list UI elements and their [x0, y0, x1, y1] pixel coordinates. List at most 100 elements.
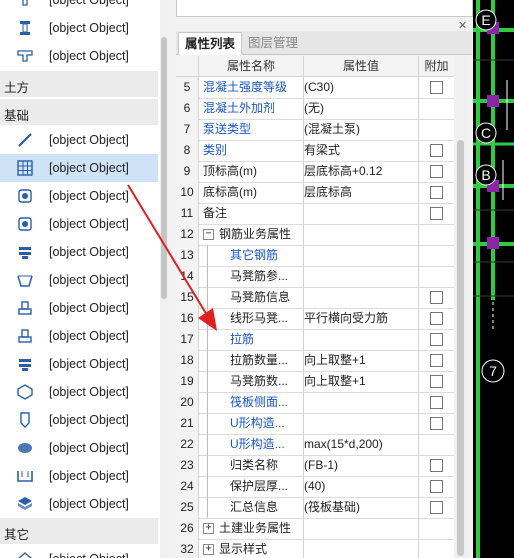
property-row[interactable]: 15 马凳筋信息	[176, 287, 454, 309]
property-value-cell[interactable]: (40)	[304, 476, 419, 497]
tree-item[interactable]: [object Object]	[0, 0, 158, 14]
property-row[interactable]: 19 马凳筋数... 向上取整+1	[176, 371, 454, 393]
property-value-cell[interactable]: 层底标高	[304, 182, 419, 203]
tree-item[interactable]: [object Object]	[0, 154, 158, 182]
extra-checkbox[interactable]	[430, 312, 443, 325]
extra-checkbox[interactable]	[430, 459, 443, 472]
tree-item[interactable]: [object Object]	[0, 462, 158, 490]
tab-property-list[interactable]: 属性列表	[178, 32, 243, 55]
property-row[interactable]: 21 U形构造...	[176, 413, 454, 435]
expand-icon[interactable]: +	[203, 544, 214, 555]
extra-checkbox[interactable]	[430, 375, 443, 388]
drawing-canvas[interactable]: E C B 7	[473, 0, 514, 558]
property-row[interactable]: 16 线形马凳... 平行横向受力筋	[176, 308, 454, 330]
row-number: 22	[176, 434, 199, 455]
property-row[interactable]: 14 马凳筋参...	[176, 266, 454, 288]
property-row[interactable]: 5 混凝土强度等级 (C30)	[176, 77, 454, 99]
tree-item[interactable]: [object Object]	[0, 126, 158, 154]
property-row[interactable]: 24 保护层厚... (40)	[176, 476, 454, 498]
property-row[interactable]: 11 备注	[176, 203, 454, 225]
property-value-cell[interactable]: max(15*d,200)	[304, 434, 419, 455]
extra-checkbox[interactable]	[430, 186, 443, 199]
property-value-cell[interactable]: (C30)	[304, 77, 419, 98]
property-value-cell[interactable]: (筏板基础)	[304, 497, 419, 518]
property-value-cell[interactable]: (FB-1)	[304, 455, 419, 476]
property-value-cell[interactable]	[304, 539, 419, 558]
property-name-cell: − 钢筋业务属性	[199, 224, 304, 245]
property-row[interactable]: 8 类别 有梁式	[176, 140, 454, 162]
left-scrollbar-thumb[interactable]	[161, 37, 167, 299]
property-value-cell[interactable]: 有梁式	[304, 140, 419, 161]
property-row[interactable]: 17 拉筋	[176, 329, 454, 351]
property-row[interactable]: 18 拉筋数量... 向上取整+1	[176, 350, 454, 372]
extra-checkbox[interactable]	[430, 417, 443, 430]
tab-layer-management[interactable]: 图层管理	[242, 32, 304, 54]
property-value-cell[interactable]: 向上取整+1	[304, 371, 419, 392]
tree-item[interactable]: [object Object]	[0, 14, 158, 42]
extra-checkbox[interactable]	[430, 480, 443, 493]
property-value-cell[interactable]	[304, 518, 419, 539]
property-row[interactable]: 32 + 显示样式	[176, 539, 454, 558]
property-value-cell[interactable]	[304, 224, 419, 245]
property-value-cell[interactable]: (无)	[304, 98, 419, 119]
extra-checkbox[interactable]	[430, 207, 443, 220]
tree-item[interactable]: [object Object]	[0, 294, 158, 322]
property-value-cell[interactable]	[304, 245, 419, 266]
property-scrollbar-thumb[interactable]	[457, 140, 464, 556]
property-row[interactable]: 26 + 土建业务属性	[176, 518, 454, 540]
property-name-cell: 底标高(m)	[199, 182, 304, 203]
tree-item-label: [object Object]	[49, 497, 129, 511]
tree-item[interactable]: [object Object]	[0, 350, 158, 378]
tree-item[interactable]: [object Object]	[0, 238, 158, 266]
property-row[interactable]: 10 底标高(m) 层底标高	[176, 182, 454, 204]
tree-item[interactable]: [object Object]	[0, 266, 158, 294]
property-row[interactable]: 6 混凝土外加剂 (无)	[176, 98, 454, 120]
property-value-cell[interactable]	[304, 266, 419, 287]
tree-item[interactable]: [object Object]	[0, 378, 158, 406]
tree-item[interactable]: [object Object]	[0, 42, 158, 70]
property-row[interactable]: 12− 钢筋业务属性	[176, 224, 454, 246]
tree-category[interactable]: 基础	[0, 99, 158, 125]
property-row[interactable]: 25 汇总信息 (筏板基础)	[176, 497, 454, 519]
property-value-cell[interactable]	[304, 413, 419, 434]
property-row[interactable]: 7 泵送类型 (混凝土泵)	[176, 119, 454, 141]
expand-icon[interactable]: +	[203, 523, 214, 534]
pile-icon	[16, 411, 34, 429]
property-row[interactable]: 23 归类名称 (FB-1)	[176, 455, 454, 477]
row-number: 25	[176, 497, 199, 518]
tree-item[interactable]: [object Object]	[0, 545, 158, 558]
tree-item[interactable]: [object Object]	[0, 210, 158, 238]
property-name: 混凝土强度等级	[203, 80, 288, 94]
extra-checkbox[interactable]	[430, 501, 443, 514]
property-value-cell[interactable]	[304, 392, 419, 413]
tree-item-label: [object Object]	[49, 49, 129, 63]
tree-item[interactable]: [object Object]	[0, 490, 158, 518]
extra-checkbox[interactable]	[430, 396, 443, 409]
property-row[interactable]: 20 筏板侧面...	[176, 392, 454, 414]
tree-category[interactable]: 土方	[0, 71, 158, 97]
property-value-cell[interactable]: (混凝土泵)	[304, 119, 419, 140]
property-row[interactable]: 9 顶标高(m) 层底标高+0.12	[176, 161, 454, 183]
extra-checkbox[interactable]	[430, 165, 443, 178]
close-icon[interactable]: ✕	[458, 19, 467, 32]
tree-item[interactable]: [object Object]	[0, 434, 158, 462]
tree-item[interactable]: [object Object]	[0, 182, 158, 210]
property-row[interactable]: 22 U形构造... max(15*d,200)	[176, 434, 454, 456]
property-value-cell[interactable]: 平行横向受力筋	[304, 308, 419, 329]
tree-item[interactable]: [object Object]	[0, 406, 158, 434]
property-value-cell[interactable]: 层底标高+0.12	[304, 161, 419, 182]
property-value-cell[interactable]	[304, 287, 419, 308]
property-value-cell[interactable]	[304, 329, 419, 350]
tree-category[interactable]: 其它	[0, 518, 158, 544]
extra-checkbox[interactable]	[430, 81, 443, 94]
collapse-icon[interactable]: −	[203, 229, 214, 240]
extra-checkbox[interactable]	[430, 144, 443, 157]
extra-checkbox[interactable]	[430, 354, 443, 367]
tree-item[interactable]: [object Object]	[0, 322, 158, 350]
property-value-cell[interactable]: 向上取整+1	[304, 350, 419, 371]
property-value-cell[interactable]	[304, 203, 419, 224]
extra-checkbox[interactable]	[430, 333, 443, 346]
property-row[interactable]: 13 其它钢筋	[176, 245, 454, 267]
row-number: 18	[176, 350, 199, 371]
extra-checkbox[interactable]	[430, 291, 443, 304]
